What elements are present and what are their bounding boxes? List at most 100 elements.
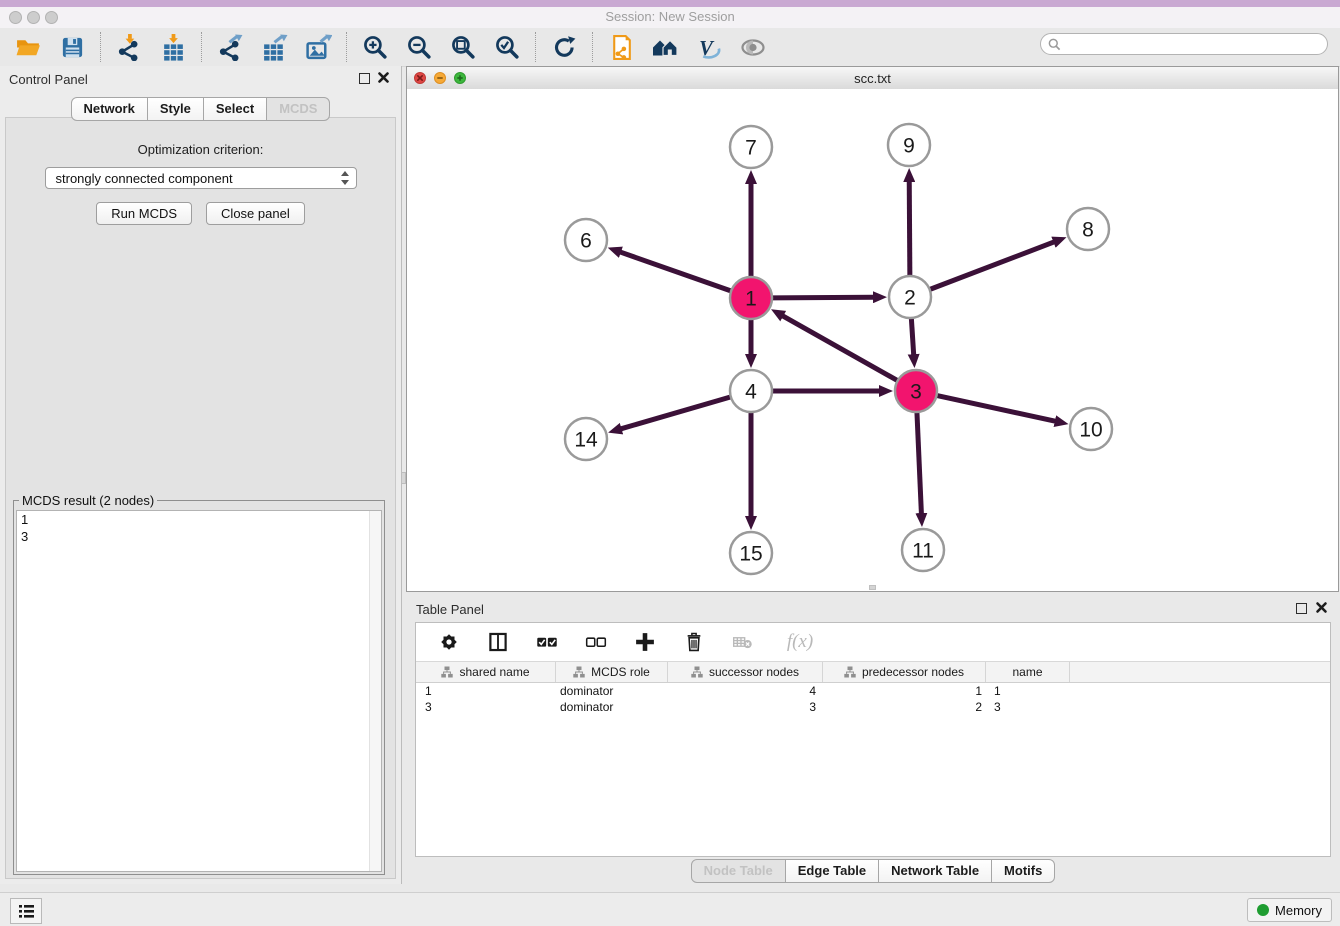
open-session-button[interactable] bbox=[14, 33, 42, 61]
graph-node-label: 4 bbox=[745, 381, 757, 404]
add-column-button[interactable] bbox=[631, 628, 659, 656]
export-image-button[interactable] bbox=[304, 33, 332, 61]
table-row[interactable]: 1dominator411 bbox=[416, 683, 1330, 699]
zoom-in-button[interactable] bbox=[361, 33, 389, 61]
tab-node-table[interactable]: Node Table bbox=[691, 859, 786, 883]
table-cell[interactable]: 4 bbox=[668, 684, 823, 698]
table-cell[interactable]: 1 bbox=[823, 684, 986, 698]
save-floppy-icon bbox=[60, 35, 85, 60]
zoom-out-button[interactable] bbox=[405, 33, 433, 61]
search-field[interactable] bbox=[1040, 33, 1328, 55]
graph-edge-2-9[interactable] bbox=[909, 181, 910, 276]
graph-edge-3-1[interactable] bbox=[782, 316, 897, 381]
import-table-button[interactable] bbox=[159, 33, 187, 61]
run-mcds-button[interactable]: Run MCDS bbox=[96, 202, 192, 225]
tab-select[interactable]: Select bbox=[203, 97, 267, 121]
home-button[interactable] bbox=[651, 33, 679, 61]
table-cell[interactable]: 3 bbox=[416, 700, 556, 714]
float-table-panel-icon[interactable] bbox=[1296, 603, 1307, 614]
result-scrollbar[interactable] bbox=[369, 511, 381, 871]
export-network-button[interactable] bbox=[216, 33, 244, 61]
column-header-predecessor-nodes[interactable]: predecessor nodes bbox=[823, 662, 986, 682]
table-cell[interactable]: 2 bbox=[823, 700, 986, 714]
graph-node-7[interactable]: 7 bbox=[730, 126, 772, 168]
delete-columns-button[interactable] bbox=[680, 628, 708, 656]
network-view-window: scc.txt 7 9 6 8 1 2 4 3 14 10 15 11 bbox=[406, 66, 1339, 592]
tab-network[interactable]: Network bbox=[71, 97, 148, 121]
apply-layout-button[interactable] bbox=[550, 33, 578, 61]
float-panel-icon[interactable] bbox=[359, 73, 370, 84]
optimization-criterion-select[interactable]: strongly connected component bbox=[45, 167, 357, 189]
graph-node-3[interactable]: 3 bbox=[895, 370, 937, 412]
memory-button[interactable]: Memory bbox=[1247, 898, 1332, 922]
graph-node-11[interactable]: 11 bbox=[902, 529, 944, 571]
table-cell[interactable]: 3 bbox=[986, 700, 1070, 714]
import-table-icon bbox=[160, 34, 187, 61]
table-mode-button[interactable] bbox=[435, 628, 463, 656]
list-icon bbox=[18, 904, 35, 919]
zoom-selected-button[interactable] bbox=[493, 33, 521, 61]
zoom-selected-icon bbox=[494, 34, 521, 61]
network-window-resize-handle[interactable] bbox=[869, 585, 876, 590]
graph-edge-2-8[interactable] bbox=[930, 242, 1055, 290]
table-cell[interactable]: dominator bbox=[556, 700, 668, 714]
tab-network-table[interactable]: Network Table bbox=[878, 859, 992, 883]
column-header-mcds-role[interactable]: MCDS role bbox=[556, 662, 668, 682]
tab-edge-table[interactable]: Edge Table bbox=[785, 859, 879, 883]
close-panel-button[interactable]: Close panel bbox=[206, 202, 305, 225]
network-canvas[interactable]: 7 9 6 8 1 2 4 3 14 10 15 11 bbox=[407, 89, 1338, 591]
export-table-icon bbox=[261, 34, 288, 61]
close-panel-icon[interactable] bbox=[377, 71, 390, 84]
zoom-out-icon bbox=[406, 34, 433, 61]
tab-mcds[interactable]: MCDS bbox=[266, 97, 330, 121]
graph-edge-4-14[interactable] bbox=[621, 397, 731, 429]
zoom-fit-button[interactable] bbox=[449, 33, 477, 61]
graph-edge-1-2[interactable] bbox=[772, 297, 874, 298]
save-session-button[interactable] bbox=[58, 33, 86, 61]
graph-edge-3-10[interactable] bbox=[937, 395, 1056, 421]
task-history-button[interactable] bbox=[10, 898, 42, 924]
graph-node-9[interactable]: 9 bbox=[888, 124, 930, 166]
deselect-all-button[interactable] bbox=[582, 628, 610, 656]
graph-node-10[interactable]: 10 bbox=[1070, 408, 1112, 450]
plus-icon bbox=[634, 631, 656, 653]
table-cell[interactable]: 1 bbox=[416, 684, 556, 698]
close-table-panel-icon[interactable] bbox=[1315, 601, 1328, 614]
table-cell[interactable]: dominator bbox=[556, 684, 668, 698]
network-document-button[interactable] bbox=[607, 33, 635, 61]
delete-table-button[interactable] bbox=[729, 628, 757, 656]
column-header-shared-name[interactable]: shared name bbox=[416, 662, 556, 682]
column-header-successor-nodes[interactable]: successor nodes bbox=[668, 662, 823, 682]
graph-edge-1-6[interactable] bbox=[620, 252, 731, 291]
show-graphics-details-button[interactable] bbox=[739, 33, 767, 61]
graph-node-2[interactable]: 2 bbox=[889, 276, 931, 318]
tab-style[interactable]: Style bbox=[147, 97, 204, 121]
export-table-button[interactable] bbox=[260, 33, 288, 61]
column-browser-icon bbox=[487, 631, 509, 653]
graph-node-8[interactable]: 8 bbox=[1067, 208, 1109, 250]
table-cell[interactable]: 3 bbox=[668, 700, 823, 714]
function-builder-button[interactable]: f(x) bbox=[778, 628, 822, 656]
select-all-button[interactable] bbox=[533, 628, 561, 656]
graph-node-1[interactable]: 1 bbox=[730, 277, 772, 319]
eye-icon bbox=[739, 34, 767, 61]
mcds-result-group: MCDS result (2 nodes) 1 3 bbox=[13, 493, 385, 875]
column-header-name[interactable]: name bbox=[986, 662, 1070, 682]
graph-node-4[interactable]: 4 bbox=[730, 370, 772, 412]
mcds-result-text-area[interactable]: 1 3 bbox=[16, 510, 382, 872]
column-header-label: predecessor nodes bbox=[862, 665, 964, 679]
table-cell[interactable]: 1 bbox=[986, 684, 1070, 698]
graph-edge-2-3[interactable] bbox=[911, 318, 913, 355]
graph-node-14[interactable]: 14 bbox=[565, 418, 607, 460]
network-window-titlebar[interactable]: scc.txt bbox=[407, 67, 1338, 90]
show-columns-button[interactable] bbox=[484, 628, 512, 656]
graph-node-15[interactable]: 15 bbox=[730, 532, 772, 574]
import-network-button[interactable] bbox=[115, 33, 143, 61]
tab-motifs[interactable]: Motifs bbox=[991, 859, 1055, 883]
graph-node-6[interactable]: 6 bbox=[565, 219, 607, 261]
table-row[interactable]: 3dominator323 bbox=[416, 699, 1330, 715]
search-icon bbox=[1048, 38, 1061, 51]
search-input[interactable] bbox=[1065, 34, 1327, 54]
vizmapper-button[interactable]: V bbox=[695, 33, 723, 61]
graph-edge-3-11[interactable] bbox=[917, 412, 921, 514]
